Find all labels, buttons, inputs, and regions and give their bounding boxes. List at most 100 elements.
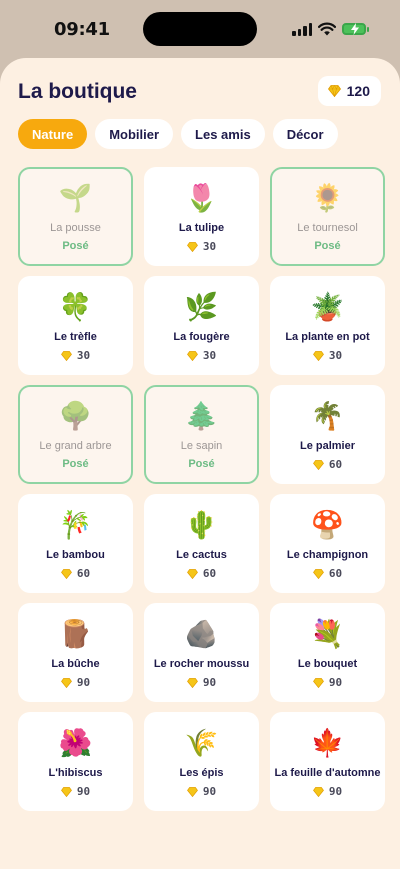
item-price-value: 30 <box>328 349 343 362</box>
item-name: La bûche <box>51 658 100 670</box>
item-price-value: 60 <box>328 567 343 580</box>
item-price: 90 <box>270 785 385 798</box>
item-price-value: 90 <box>328 785 343 798</box>
shop-item-card[interactable]: 🌵 Le cactus 60 <box>144 494 259 593</box>
item-name: Le sapin <box>180 440 223 452</box>
shop-sheet: La boutique 120 Nature Mobilier Les amis Dé… <box>0 58 400 869</box>
item-illustration-icon: 🌷 <box>144 181 259 215</box>
shop-item-card[interactable]: 🌷 La tulipe 30 <box>144 167 259 266</box>
item-emoji: 🌷 <box>184 182 219 214</box>
item-name: La feuille d'automne <box>274 767 381 779</box>
gem-icon <box>312 786 324 797</box>
gem-icon <box>327 85 341 97</box>
item-emoji: 🌾 <box>184 727 219 759</box>
tab-mobilier[interactable]: Mobilier <box>95 119 174 149</box>
item-placed-status: Posé <box>188 458 215 470</box>
item-emoji: 🌴 <box>310 400 345 432</box>
item-illustration-icon: 🌱 <box>20 181 131 215</box>
gem-icon <box>186 350 198 361</box>
shop-item-card[interactable]: 🌻 Le tournesol Posé <box>270 167 385 266</box>
status-time: 09:41 <box>54 19 110 40</box>
shop-item-card[interactable]: 🪴 La plante en pot 30 <box>270 276 385 375</box>
shop-item-card[interactable]: 🍀 Le trèfle 30 <box>18 276 133 375</box>
gem-icon <box>186 568 198 579</box>
item-name: La pousse <box>50 222 101 234</box>
gem-icon <box>60 677 72 688</box>
status-bar: 09:41 <box>0 0 400 58</box>
item-illustration-icon: 🌴 <box>270 399 385 433</box>
item-price: 90 <box>144 676 259 689</box>
gem-icon <box>60 786 72 797</box>
tab-nature[interactable]: Nature <box>18 119 88 149</box>
battery-icon <box>342 23 369 35</box>
gem-balance[interactable]: 120 <box>317 76 381 106</box>
item-name: Le bambou <box>46 549 105 561</box>
item-price-value: 30 <box>202 349 217 362</box>
item-name: Le tournesol <box>297 222 358 234</box>
item-emoji: 🌻 <box>310 182 345 214</box>
item-price: 90 <box>144 785 259 798</box>
shop-item-card[interactable]: 🌳 Le grand arbre Posé <box>18 385 133 484</box>
item-emoji: 🌳 <box>58 400 93 432</box>
shop-item-card[interactable]: 🪵 La bûche 90 <box>18 603 133 702</box>
item-name: La fougère <box>173 331 230 343</box>
item-name: La plante en pot <box>285 331 370 343</box>
item-illustration-icon: 🌾 <box>144 726 259 760</box>
tab-d-cor[interactable]: Décor <box>272 119 338 149</box>
shop-item-card[interactable]: 🌿 La fougère 30 <box>144 276 259 375</box>
item-emoji: 🌿 <box>184 291 219 323</box>
status-icons <box>292 22 369 36</box>
item-illustration-icon: 🌳 <box>20 399 131 433</box>
item-price: 90 <box>18 676 133 689</box>
category-tabs: Nature Mobilier Les amis Décor <box>18 119 338 149</box>
item-name: Le champignon <box>286 549 369 561</box>
item-emoji: 🪨 <box>184 618 219 650</box>
shop-item-card[interactable]: 🪨 Le rocher moussu 90 <box>144 603 259 702</box>
item-price: 30 <box>270 349 385 362</box>
gem-icon <box>312 568 324 579</box>
shop-item-card[interactable]: 🌺 L'hibiscus 90 <box>18 712 133 811</box>
item-emoji: 🍀 <box>58 291 93 323</box>
item-placed-status: Posé <box>62 240 89 252</box>
item-name: Les épis <box>179 767 224 779</box>
gem-icon <box>312 350 324 361</box>
item-illustration-icon: 🌲 <box>146 399 257 433</box>
item-placed-status: Posé <box>62 458 89 470</box>
item-name: Le rocher moussu <box>153 658 250 670</box>
shop-item-card[interactable]: 🌱 La pousse Posé <box>18 167 133 266</box>
item-illustration-icon: 🪨 <box>144 617 259 651</box>
item-illustration-icon: 🪵 <box>18 617 133 651</box>
tab-les-amis[interactable]: Les amis <box>181 119 265 149</box>
item-illustration-icon: 🍄 <box>270 508 385 542</box>
shop-item-card[interactable]: 🎋 Le bambou 60 <box>18 494 133 593</box>
item-price: 60 <box>18 567 133 580</box>
item-illustration-icon: 🌿 <box>144 290 259 324</box>
item-price: 60 <box>270 458 385 471</box>
item-emoji: 🍁 <box>310 727 345 759</box>
shop-item-card[interactable]: 🌾 Les épis 90 <box>144 712 259 811</box>
page-title: La boutique <box>18 80 137 103</box>
gem-icon <box>60 350 72 361</box>
shop-item-card[interactable]: 🍄 Le champignon 60 <box>270 494 385 593</box>
item-name: Le bouquet <box>297 658 358 670</box>
shop-item-card[interactable]: 💐 Le bouquet 90 <box>270 603 385 702</box>
item-name: L'hibiscus <box>48 767 103 779</box>
item-emoji: 💐 <box>310 618 345 650</box>
item-price: 60 <box>270 567 385 580</box>
item-price-value: 60 <box>328 458 343 471</box>
item-emoji: 🌲 <box>184 400 219 432</box>
item-name: La tulipe <box>178 222 225 234</box>
shop-item-card[interactable]: 🌴 Le palmier 60 <box>270 385 385 484</box>
item-price-value: 90 <box>202 785 217 798</box>
item-emoji: 🌺 <box>58 727 93 759</box>
item-price: 90 <box>270 676 385 689</box>
shop-item-card[interactable]: 🌲 Le sapin Posé <box>144 385 259 484</box>
gem-icon <box>186 786 198 797</box>
item-price: 60 <box>144 567 259 580</box>
shop-item-card[interactable]: 🍁 La feuille d'automne 90 <box>270 712 385 811</box>
item-illustration-icon: 🎋 <box>18 508 133 542</box>
gem-icon <box>186 241 198 252</box>
item-placed-status: Posé <box>314 240 341 252</box>
gem-icon <box>186 677 198 688</box>
item-emoji: 🌱 <box>58 182 93 214</box>
